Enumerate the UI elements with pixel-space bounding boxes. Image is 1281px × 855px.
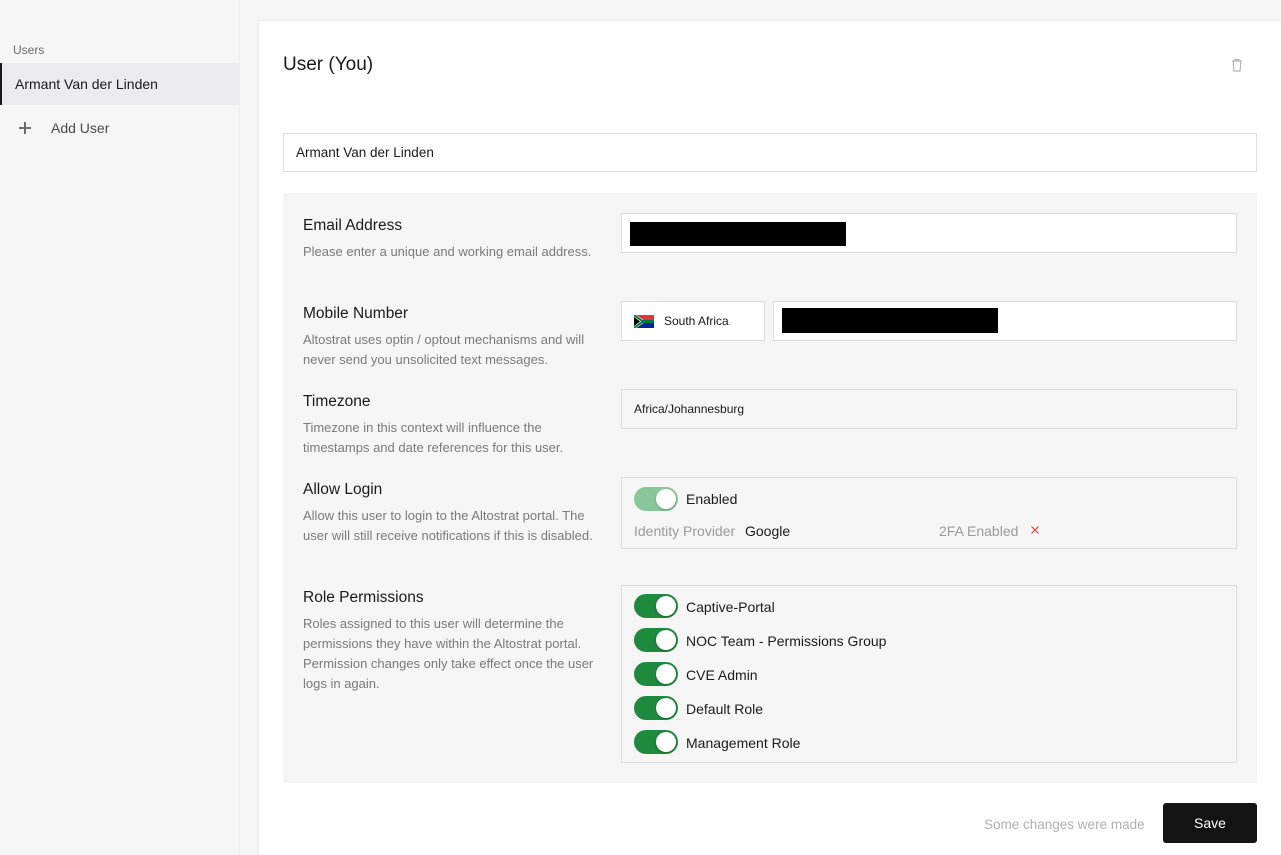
redacted-mobile bbox=[782, 308, 998, 333]
page-title: User (You) bbox=[283, 54, 374, 75]
role-toggle-default-role[interactable] bbox=[634, 696, 678, 720]
role-toggle-cve-admin[interactable] bbox=[634, 662, 678, 686]
email-description: Please enter a unique and working email … bbox=[303, 244, 592, 259]
sidebar: Users Armant Van der Linden Add User bbox=[0, 0, 240, 855]
allow-login-description: Allow this user to login to the Altostra… bbox=[303, 508, 593, 543]
allow-login-box: Enabled Identity Provider Google 2FA Ena… bbox=[621, 477, 1237, 549]
user-detail-panel: User (You) Email Address Please enter a … bbox=[258, 20, 1281, 855]
role-toggle-noc-team[interactable] bbox=[634, 628, 678, 652]
timezone-value: Africa/Johannesburg bbox=[634, 402, 745, 416]
identity-provider-label: Identity Provider bbox=[634, 523, 736, 539]
timezone-label: Timezone bbox=[303, 393, 371, 410]
sidebar-heading: Users bbox=[13, 43, 45, 57]
allow-login-toggle-label: Enabled bbox=[686, 491, 738, 507]
unsaved-changes-status: Some changes were made bbox=[984, 817, 1145, 832]
timezone-select[interactable]: Africa/Johannesburg bbox=[621, 389, 1237, 429]
country-select[interactable]: South Africa bbox=[621, 301, 765, 341]
role-label: Captive-Portal bbox=[686, 599, 775, 615]
role-toggle-captive-portal[interactable] bbox=[634, 594, 678, 618]
country-label: South Africa bbox=[664, 314, 729, 328]
sidebar-item-user[interactable]: Armant Van der Linden bbox=[0, 63, 240, 105]
mobile-label: Mobile Number bbox=[303, 305, 409, 322]
role-permissions-description: Roles assigned to this user will determi… bbox=[303, 616, 594, 691]
save-button[interactable]: Save bbox=[1163, 803, 1257, 843]
add-user-button[interactable]: Add User bbox=[17, 115, 109, 141]
add-user-label: Add User bbox=[51, 120, 110, 136]
email-label: Email Address bbox=[303, 217, 403, 234]
timezone-description: Timezone in this context will influence … bbox=[303, 420, 564, 455]
close-icon bbox=[1031, 526, 1039, 534]
role-permissions-label: Role Permissions bbox=[303, 589, 424, 606]
role-label: Management Role bbox=[686, 735, 801, 751]
role-label: NOC Team - Permissions Group bbox=[686, 633, 887, 649]
email-field[interactable] bbox=[621, 213, 1237, 253]
mobile-number-field[interactable] bbox=[773, 301, 1237, 341]
role-toggle-management-role[interactable] bbox=[634, 730, 678, 754]
allow-login-toggle[interactable] bbox=[634, 487, 678, 511]
trash-icon[interactable] bbox=[1229, 57, 1245, 73]
mobile-description: Altostrat uses optin / optout mechanisms… bbox=[303, 332, 585, 367]
user-name-input[interactable] bbox=[283, 133, 1257, 172]
plus-icon bbox=[17, 120, 33, 136]
allow-login-label: Allow Login bbox=[303, 481, 383, 498]
user-form: Email Address Please enter a unique and … bbox=[283, 193, 1257, 783]
role-label: Default Role bbox=[686, 701, 764, 717]
twofa-label: 2FA Enabled bbox=[939, 523, 1019, 539]
roles-box: Captive-Portal NOC Team - Permissions Gr… bbox=[621, 585, 1237, 763]
redacted-email bbox=[630, 222, 846, 246]
south-africa-flag-icon bbox=[634, 314, 654, 328]
role-label: CVE Admin bbox=[686, 667, 758, 683]
identity-provider-value: Google bbox=[745, 523, 791, 539]
